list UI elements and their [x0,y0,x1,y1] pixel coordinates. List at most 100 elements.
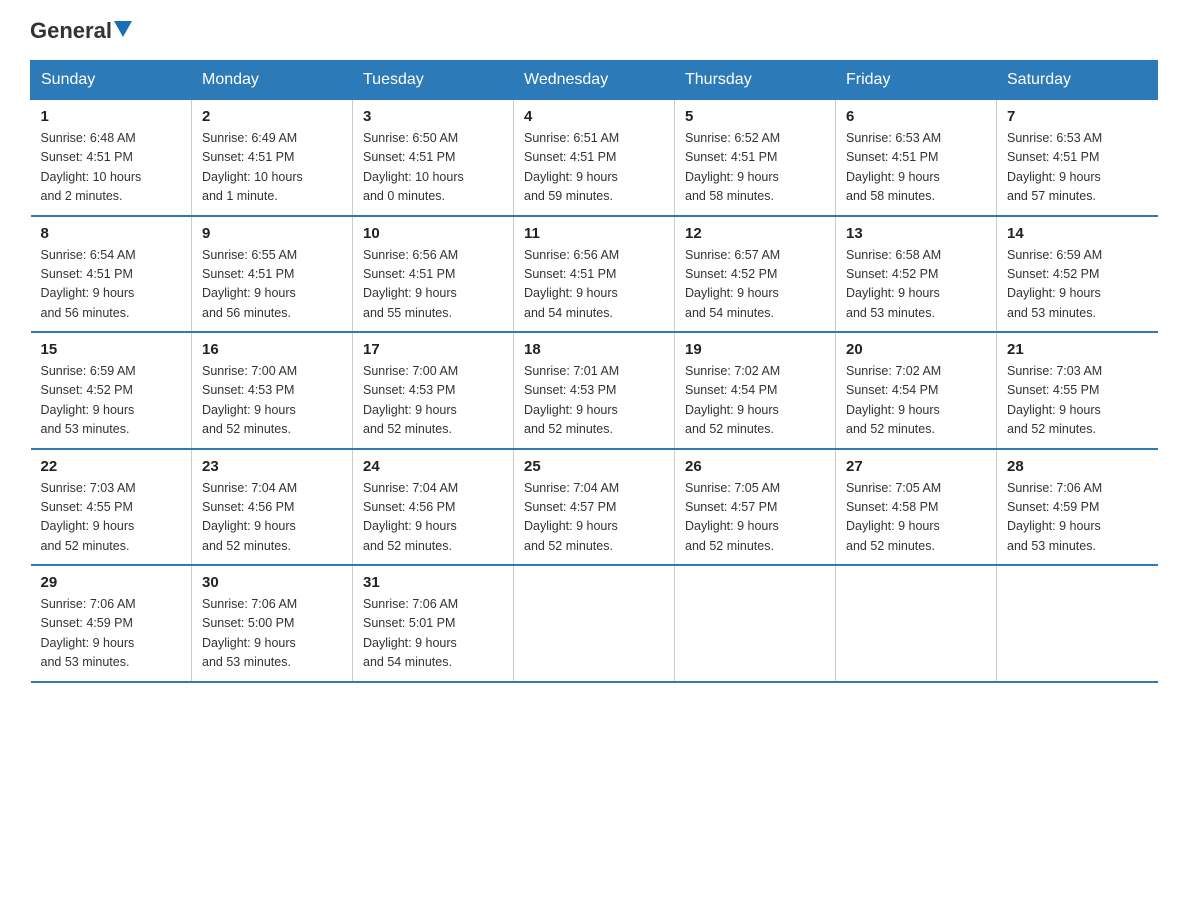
header-friday: Friday [836,61,997,100]
day-info: Sunrise: 7:03 AMSunset: 4:55 PMDaylight:… [1007,362,1148,440]
day-number: 17 [363,341,503,358]
calendar-cell: 30 Sunrise: 7:06 AMSunset: 5:00 PMDaylig… [192,565,353,682]
calendar-cell: 21 Sunrise: 7:03 AMSunset: 4:55 PMDaylig… [997,332,1158,449]
calendar-cell: 8 Sunrise: 6:54 AMSunset: 4:51 PMDayligh… [31,216,192,333]
calendar-cell: 12 Sunrise: 6:57 AMSunset: 4:52 PMDaylig… [675,216,836,333]
calendar-cell: 27 Sunrise: 7:05 AMSunset: 4:58 PMDaylig… [836,449,997,566]
calendar-cell: 31 Sunrise: 7:06 AMSunset: 5:01 PMDaylig… [353,565,514,682]
day-number: 9 [202,225,342,242]
calendar-cell: 26 Sunrise: 7:05 AMSunset: 4:57 PMDaylig… [675,449,836,566]
day-number: 25 [524,458,664,475]
day-info: Sunrise: 7:04 AMSunset: 4:57 PMDaylight:… [524,479,664,557]
calendar-cell: 5 Sunrise: 6:52 AMSunset: 4:51 PMDayligh… [675,100,836,216]
day-info: Sunrise: 7:06 AMSunset: 5:00 PMDaylight:… [202,595,342,673]
calendar-cell: 1 Sunrise: 6:48 AMSunset: 4:51 PMDayligh… [31,100,192,216]
day-number: 23 [202,458,342,475]
calendar-week-row: 15 Sunrise: 6:59 AMSunset: 4:52 PMDaylig… [31,332,1158,449]
day-info: Sunrise: 6:58 AMSunset: 4:52 PMDaylight:… [846,246,986,324]
calendar-cell: 20 Sunrise: 7:02 AMSunset: 4:54 PMDaylig… [836,332,997,449]
day-info: Sunrise: 6:48 AMSunset: 4:51 PMDaylight:… [41,129,182,207]
page-header: General [30,20,1158,42]
day-info: Sunrise: 7:06 AMSunset: 5:01 PMDaylight:… [363,595,503,673]
calendar-cell [836,565,997,682]
day-info: Sunrise: 7:02 AMSunset: 4:54 PMDaylight:… [846,362,986,440]
calendar-cell: 9 Sunrise: 6:55 AMSunset: 4:51 PMDayligh… [192,216,353,333]
day-info: Sunrise: 6:59 AMSunset: 4:52 PMDaylight:… [1007,246,1148,324]
day-info: Sunrise: 7:06 AMSunset: 4:59 PMDaylight:… [41,595,182,673]
day-info: Sunrise: 6:53 AMSunset: 4:51 PMDaylight:… [1007,129,1148,207]
header-tuesday: Tuesday [353,61,514,100]
day-number: 13 [846,225,986,242]
calendar-header-row: SundayMondayTuesdayWednesdayThursdayFrid… [31,61,1158,100]
day-number: 21 [1007,341,1148,358]
calendar-cell: 22 Sunrise: 7:03 AMSunset: 4:55 PMDaylig… [31,449,192,566]
day-info: Sunrise: 7:04 AMSunset: 4:56 PMDaylight:… [363,479,503,557]
day-info: Sunrise: 6:53 AMSunset: 4:51 PMDaylight:… [846,129,986,207]
header-thursday: Thursday [675,61,836,100]
day-number: 15 [41,341,182,358]
day-number: 11 [524,225,664,242]
calendar-cell: 15 Sunrise: 6:59 AMSunset: 4:52 PMDaylig… [31,332,192,449]
day-number: 12 [685,225,825,242]
calendar-cell: 14 Sunrise: 6:59 AMSunset: 4:52 PMDaylig… [997,216,1158,333]
day-number: 1 [41,108,182,125]
day-info: Sunrise: 6:50 AMSunset: 4:51 PMDaylight:… [363,129,503,207]
logo: General [30,20,132,42]
calendar-cell [675,565,836,682]
calendar-cell: 24 Sunrise: 7:04 AMSunset: 4:56 PMDaylig… [353,449,514,566]
day-info: Sunrise: 6:56 AMSunset: 4:51 PMDaylight:… [363,246,503,324]
day-info: Sunrise: 7:01 AMSunset: 4:53 PMDaylight:… [524,362,664,440]
day-number: 29 [41,574,182,591]
day-number: 7 [1007,108,1148,125]
day-info: Sunrise: 6:57 AMSunset: 4:52 PMDaylight:… [685,246,825,324]
day-info: Sunrise: 7:00 AMSunset: 4:53 PMDaylight:… [363,362,503,440]
calendar-cell: 11 Sunrise: 6:56 AMSunset: 4:51 PMDaylig… [514,216,675,333]
day-number: 20 [846,341,986,358]
calendar-cell: 10 Sunrise: 6:56 AMSunset: 4:51 PMDaylig… [353,216,514,333]
logo-triangle-icon [114,21,132,39]
header-monday: Monday [192,61,353,100]
calendar-cell: 18 Sunrise: 7:01 AMSunset: 4:53 PMDaylig… [514,332,675,449]
day-number: 18 [524,341,664,358]
day-info: Sunrise: 7:05 AMSunset: 4:57 PMDaylight:… [685,479,825,557]
day-number: 3 [363,108,503,125]
day-info: Sunrise: 7:02 AMSunset: 4:54 PMDaylight:… [685,362,825,440]
day-number: 5 [685,108,825,125]
calendar-cell: 6 Sunrise: 6:53 AMSunset: 4:51 PMDayligh… [836,100,997,216]
day-number: 6 [846,108,986,125]
calendar-cell: 2 Sunrise: 6:49 AMSunset: 4:51 PMDayligh… [192,100,353,216]
calendar-week-row: 1 Sunrise: 6:48 AMSunset: 4:51 PMDayligh… [31,100,1158,216]
header-sunday: Sunday [31,61,192,100]
calendar-cell: 25 Sunrise: 7:04 AMSunset: 4:57 PMDaylig… [514,449,675,566]
day-number: 30 [202,574,342,591]
calendar-cell: 7 Sunrise: 6:53 AMSunset: 4:51 PMDayligh… [997,100,1158,216]
day-number: 10 [363,225,503,242]
calendar-cell [997,565,1158,682]
day-number: 8 [41,225,182,242]
calendar-cell: 16 Sunrise: 7:00 AMSunset: 4:53 PMDaylig… [192,332,353,449]
day-number: 24 [363,458,503,475]
day-info: Sunrise: 6:55 AMSunset: 4:51 PMDaylight:… [202,246,342,324]
day-number: 2 [202,108,342,125]
day-info: Sunrise: 7:00 AMSunset: 4:53 PMDaylight:… [202,362,342,440]
calendar-cell: 29 Sunrise: 7:06 AMSunset: 4:59 PMDaylig… [31,565,192,682]
calendar-cell: 13 Sunrise: 6:58 AMSunset: 4:52 PMDaylig… [836,216,997,333]
day-number: 16 [202,341,342,358]
day-info: Sunrise: 7:04 AMSunset: 4:56 PMDaylight:… [202,479,342,557]
day-info: Sunrise: 7:05 AMSunset: 4:58 PMDaylight:… [846,479,986,557]
day-info: Sunrise: 6:56 AMSunset: 4:51 PMDaylight:… [524,246,664,324]
day-number: 14 [1007,225,1148,242]
day-number: 4 [524,108,664,125]
day-info: Sunrise: 7:03 AMSunset: 4:55 PMDaylight:… [41,479,182,557]
calendar-cell: 3 Sunrise: 6:50 AMSunset: 4:51 PMDayligh… [353,100,514,216]
day-number: 28 [1007,458,1148,475]
calendar-cell: 28 Sunrise: 7:06 AMSunset: 4:59 PMDaylig… [997,449,1158,566]
calendar-cell: 4 Sunrise: 6:51 AMSunset: 4:51 PMDayligh… [514,100,675,216]
calendar-cell: 17 Sunrise: 7:00 AMSunset: 4:53 PMDaylig… [353,332,514,449]
day-number: 31 [363,574,503,591]
day-number: 22 [41,458,182,475]
header-saturday: Saturday [997,61,1158,100]
logo-general: General [30,20,112,42]
calendar-table: SundayMondayTuesdayWednesdayThursdayFrid… [30,60,1158,683]
day-number: 27 [846,458,986,475]
